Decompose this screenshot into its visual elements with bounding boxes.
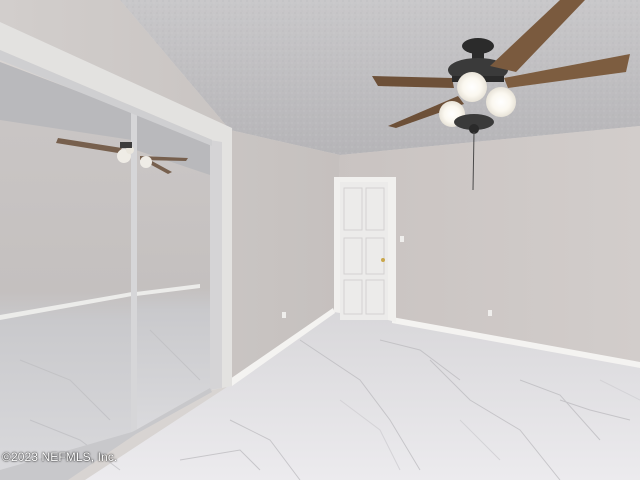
mirror-divider — [131, 112, 137, 432]
fan-light-center — [457, 72, 487, 102]
room-photo — [0, 0, 640, 480]
light-switch — [400, 236, 404, 242]
fan-light-right — [486, 87, 516, 117]
outlet-left — [282, 312, 286, 318]
outlet-back — [488, 310, 492, 316]
watermark-text: ©2023 NEFMLS, Inc. — [2, 450, 118, 464]
door — [340, 182, 388, 320]
photo-scene: ©2023 NEFMLS, Inc. — [0, 0, 640, 480]
door-knob — [381, 258, 385, 262]
